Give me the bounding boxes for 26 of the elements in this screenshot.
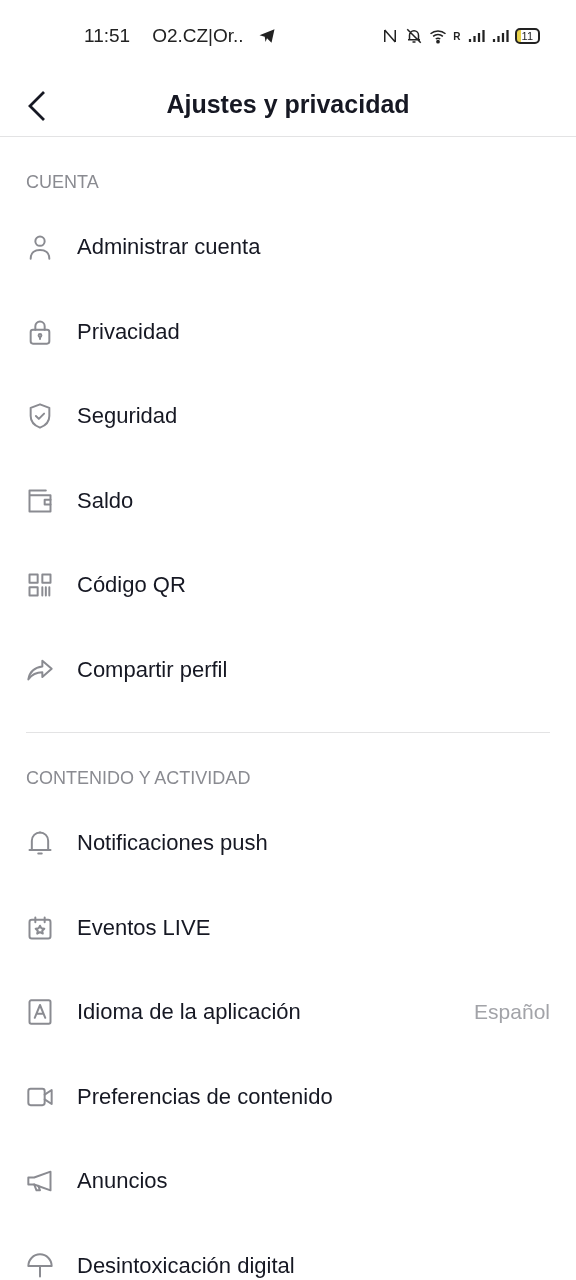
- settings-item[interactable]: Privacidad: [0, 289, 576, 374]
- umbrella-icon: [26, 1251, 54, 1280]
- section-heading: CONTENIDO Y ACTIVIDAD: [25, 767, 252, 790]
- settings-item[interactable]: Compartir perfil: [0, 627, 576, 712]
- wifi-icon: [429, 27, 448, 45]
- settings-item[interactable]: Código QR: [0, 543, 576, 628]
- signal-icon: [466, 27, 485, 45]
- page-title: Ajustes y privacidad: [166, 89, 410, 119]
- settings-item[interactable]: Anuncios: [0, 1139, 576, 1224]
- settings-item[interactable]: Seguridad: [0, 374, 576, 459]
- settings-item[interactable]: Administrar cuenta: [0, 205, 576, 290]
- paper-plane-icon: [257, 27, 276, 45]
- carrier-name: O2.CZ|Or..: [152, 25, 244, 47]
- status-time: 11:51: [84, 25, 131, 47]
- settings-item[interactable]: Eventos LIVE: [0, 885, 576, 970]
- section-heading: CUENTA: [25, 171, 100, 194]
- settings-item[interactable]: Idioma de la aplicación Español: [0, 970, 576, 1055]
- settings-item[interactable]: Notificaciones push: [0, 801, 576, 886]
- language-icon: [26, 998, 54, 1027]
- roaming-indicator: R: [453, 30, 461, 42]
- battery-level: 11: [514, 28, 540, 44]
- settings-item[interactable]: Desintoxicación digital: [0, 1223, 576, 1280]
- signal-icon: [490, 27, 509, 45]
- muted-bell-icon: [405, 27, 424, 45]
- settings-item[interactable]: Preferencias de contenido: [0, 1054, 576, 1139]
- settings-item[interactable]: Saldo: [0, 458, 576, 543]
